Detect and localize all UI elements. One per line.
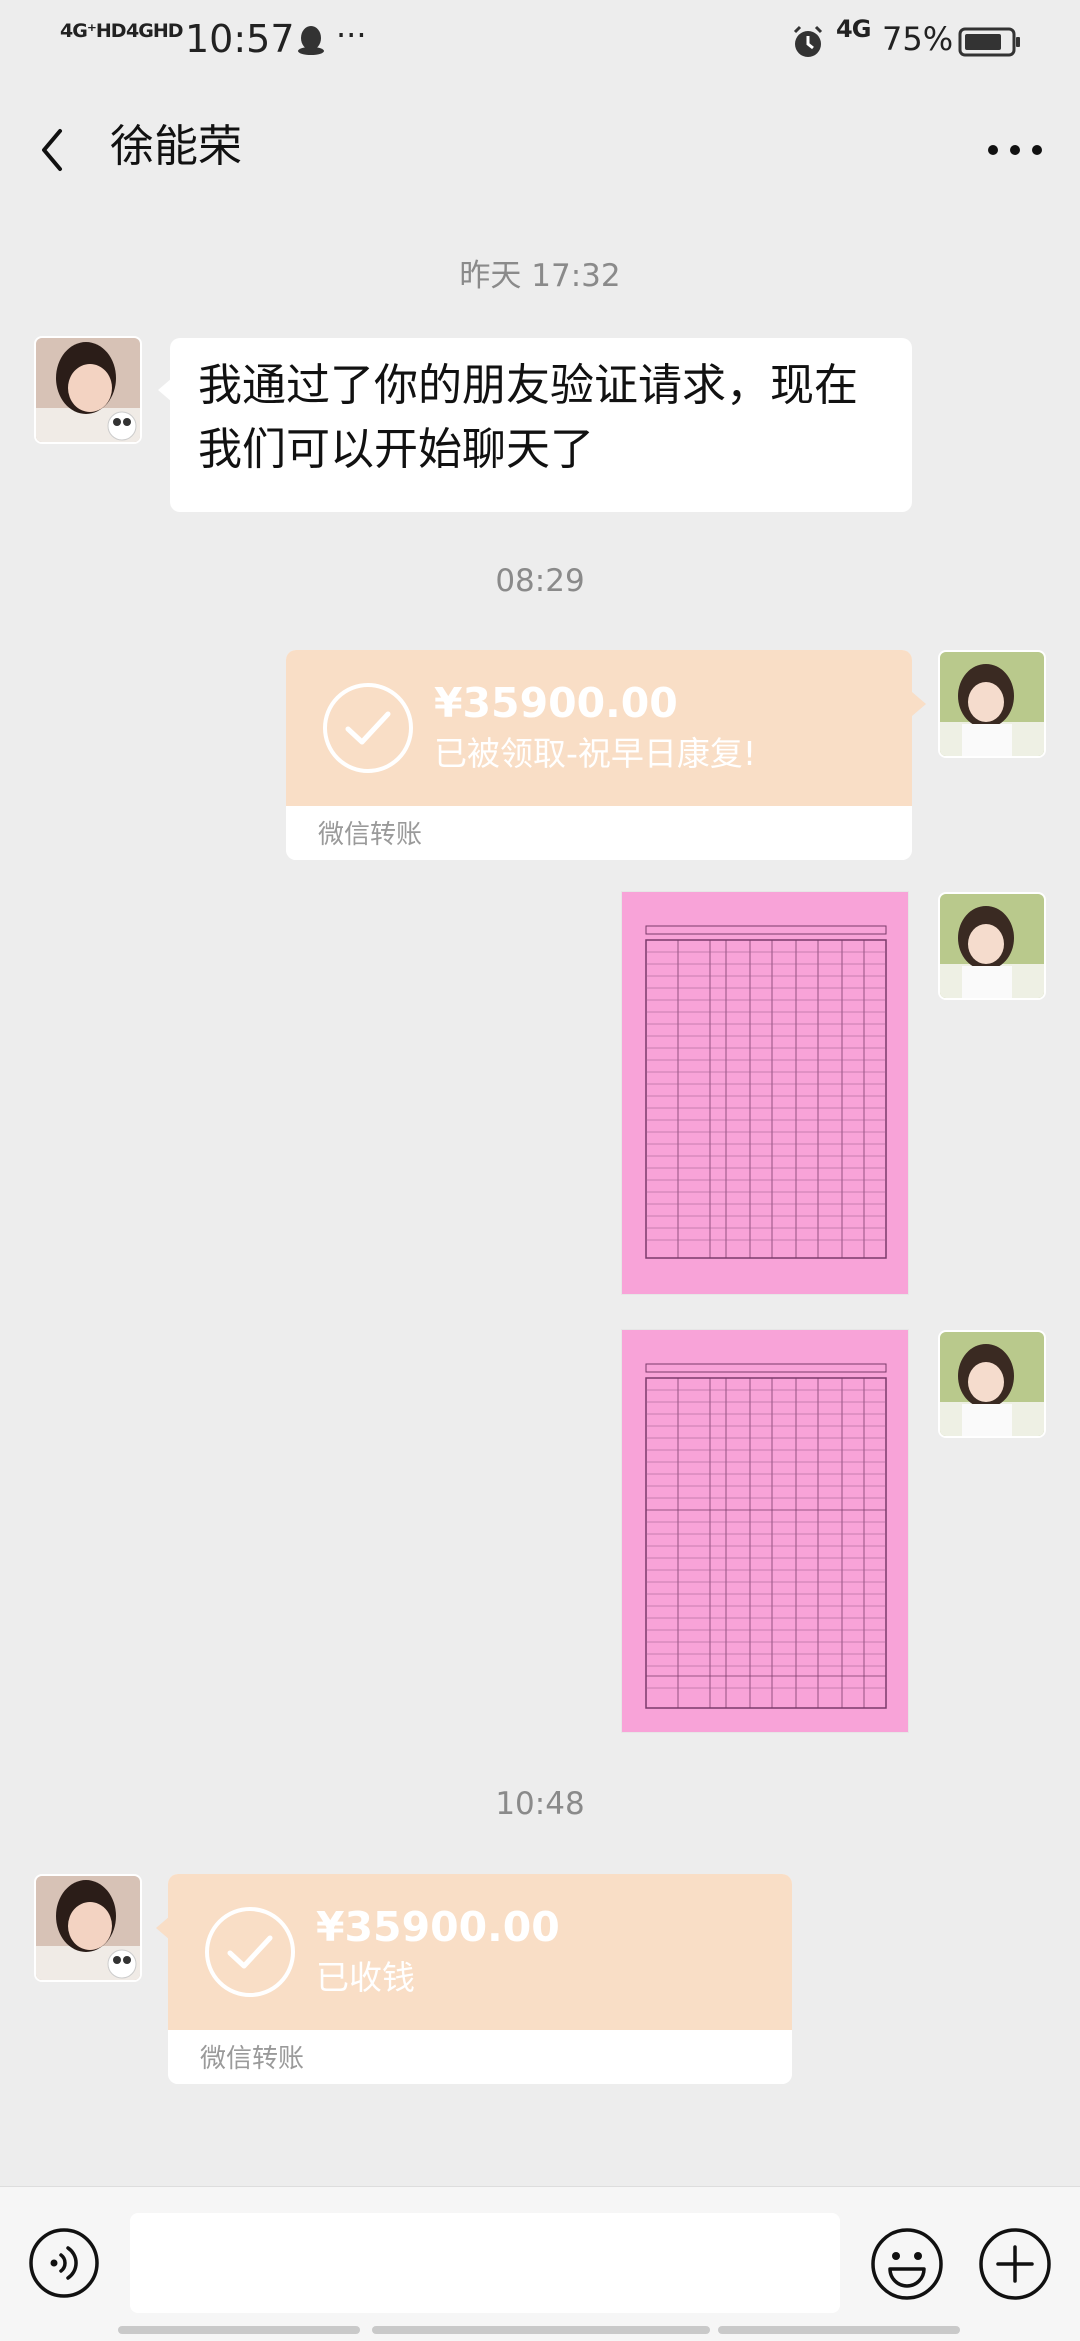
status-more: ··· bbox=[336, 16, 367, 54]
nav-indicator bbox=[372, 2326, 710, 2334]
bubble-tail bbox=[912, 692, 926, 716]
friend-message-bubble[interactable]: 我通过了你的朋友验证请求，现在我们可以开始聊天了 bbox=[170, 338, 912, 512]
timestamp: 昨天 17:32 bbox=[459, 258, 621, 294]
document-photo bbox=[645, 1363, 887, 1709]
transfer-amount: ¥35900.00 bbox=[316, 1903, 560, 1951]
input-bar bbox=[0, 2186, 1080, 2341]
chat-header: 徐能荣 bbox=[0, 85, 1080, 213]
signal-indicator-2: 4GHD bbox=[126, 20, 183, 42]
self-avatar[interactable] bbox=[940, 894, 1044, 998]
signal-indicator-1: 4G⁺HD bbox=[60, 20, 127, 42]
status-bar: 4G⁺HD 4GHD 10:57 ··· 4G 75% bbox=[0, 0, 1080, 85]
alarm-icon bbox=[793, 25, 823, 57]
nav-indicator bbox=[118, 2326, 360, 2334]
message-input[interactable] bbox=[130, 2213, 840, 2313]
status-time: 10:57 bbox=[185, 17, 295, 61]
self-avatar[interactable] bbox=[940, 1332, 1044, 1436]
timestamp: 10:48 bbox=[495, 1786, 585, 1822]
back-icon[interactable] bbox=[30, 115, 80, 185]
image-message[interactable] bbox=[622, 892, 908, 1294]
transfer-card[interactable]: ¥35900.00 已被领取-祝早日康复! 微信转账 bbox=[286, 650, 912, 860]
check-icon bbox=[323, 683, 413, 773]
transfer-note: 已被领取-祝早日康复! bbox=[434, 734, 757, 773]
transfer-label: 微信转账 bbox=[318, 820, 423, 850]
check-icon bbox=[205, 1907, 295, 1997]
timestamp: 08:29 bbox=[495, 563, 585, 599]
transfer-note: 已收钱 bbox=[316, 1958, 415, 1997]
transfer-label: 微信转账 bbox=[200, 2044, 305, 2074]
emoji-icon[interactable] bbox=[870, 2227, 944, 2301]
transfer-card[interactable]: ¥35900.00 已收钱 微信转账 bbox=[168, 1874, 792, 2084]
plus-icon[interactable] bbox=[978, 2227, 1052, 2301]
chat-title: 徐能荣 bbox=[110, 121, 242, 172]
document-photo bbox=[645, 925, 887, 1259]
image-message[interactable] bbox=[622, 1330, 908, 1732]
more-icon[interactable] bbox=[980, 115, 1050, 185]
voice-icon[interactable] bbox=[28, 2227, 100, 2299]
network-indicator: 4G bbox=[836, 15, 871, 43]
nav-indicator bbox=[718, 2326, 960, 2334]
friend-message-text: 我通过了你的朋友验证请求，现在我们可以开始聊天了 bbox=[198, 360, 858, 475]
battery-icon bbox=[958, 27, 1020, 57]
transfer-amount: ¥35900.00 bbox=[434, 679, 678, 727]
self-avatar[interactable] bbox=[940, 652, 1044, 756]
battery-percent: 75% bbox=[882, 20, 954, 58]
friend-avatar[interactable] bbox=[36, 1876, 140, 1980]
friend-avatar[interactable] bbox=[36, 338, 140, 442]
qq-icon bbox=[298, 26, 324, 55]
